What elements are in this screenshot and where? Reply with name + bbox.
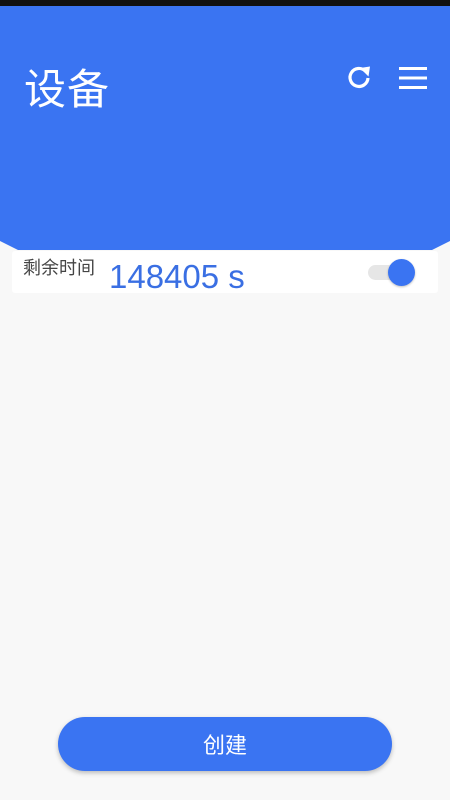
- refresh-button[interactable]: [341, 60, 377, 96]
- remaining-time-label: 剩余时间: [23, 258, 95, 279]
- refresh-icon: [348, 66, 370, 88]
- toggle-knob: [388, 259, 415, 286]
- menu-button[interactable]: [395, 60, 431, 96]
- timer-toggle[interactable]: [368, 259, 416, 287]
- app-header: [0, 6, 450, 250]
- create-button[interactable]: 创建: [58, 717, 392, 771]
- status-bar: [0, 0, 450, 6]
- remaining-time-card: 剩余时间 148405 s: [12, 251, 438, 295]
- remaining-time-value: 148405 s: [109, 258, 245, 295]
- page-title: 设备: [24, 65, 111, 114]
- menu-icon: [399, 67, 427, 89]
